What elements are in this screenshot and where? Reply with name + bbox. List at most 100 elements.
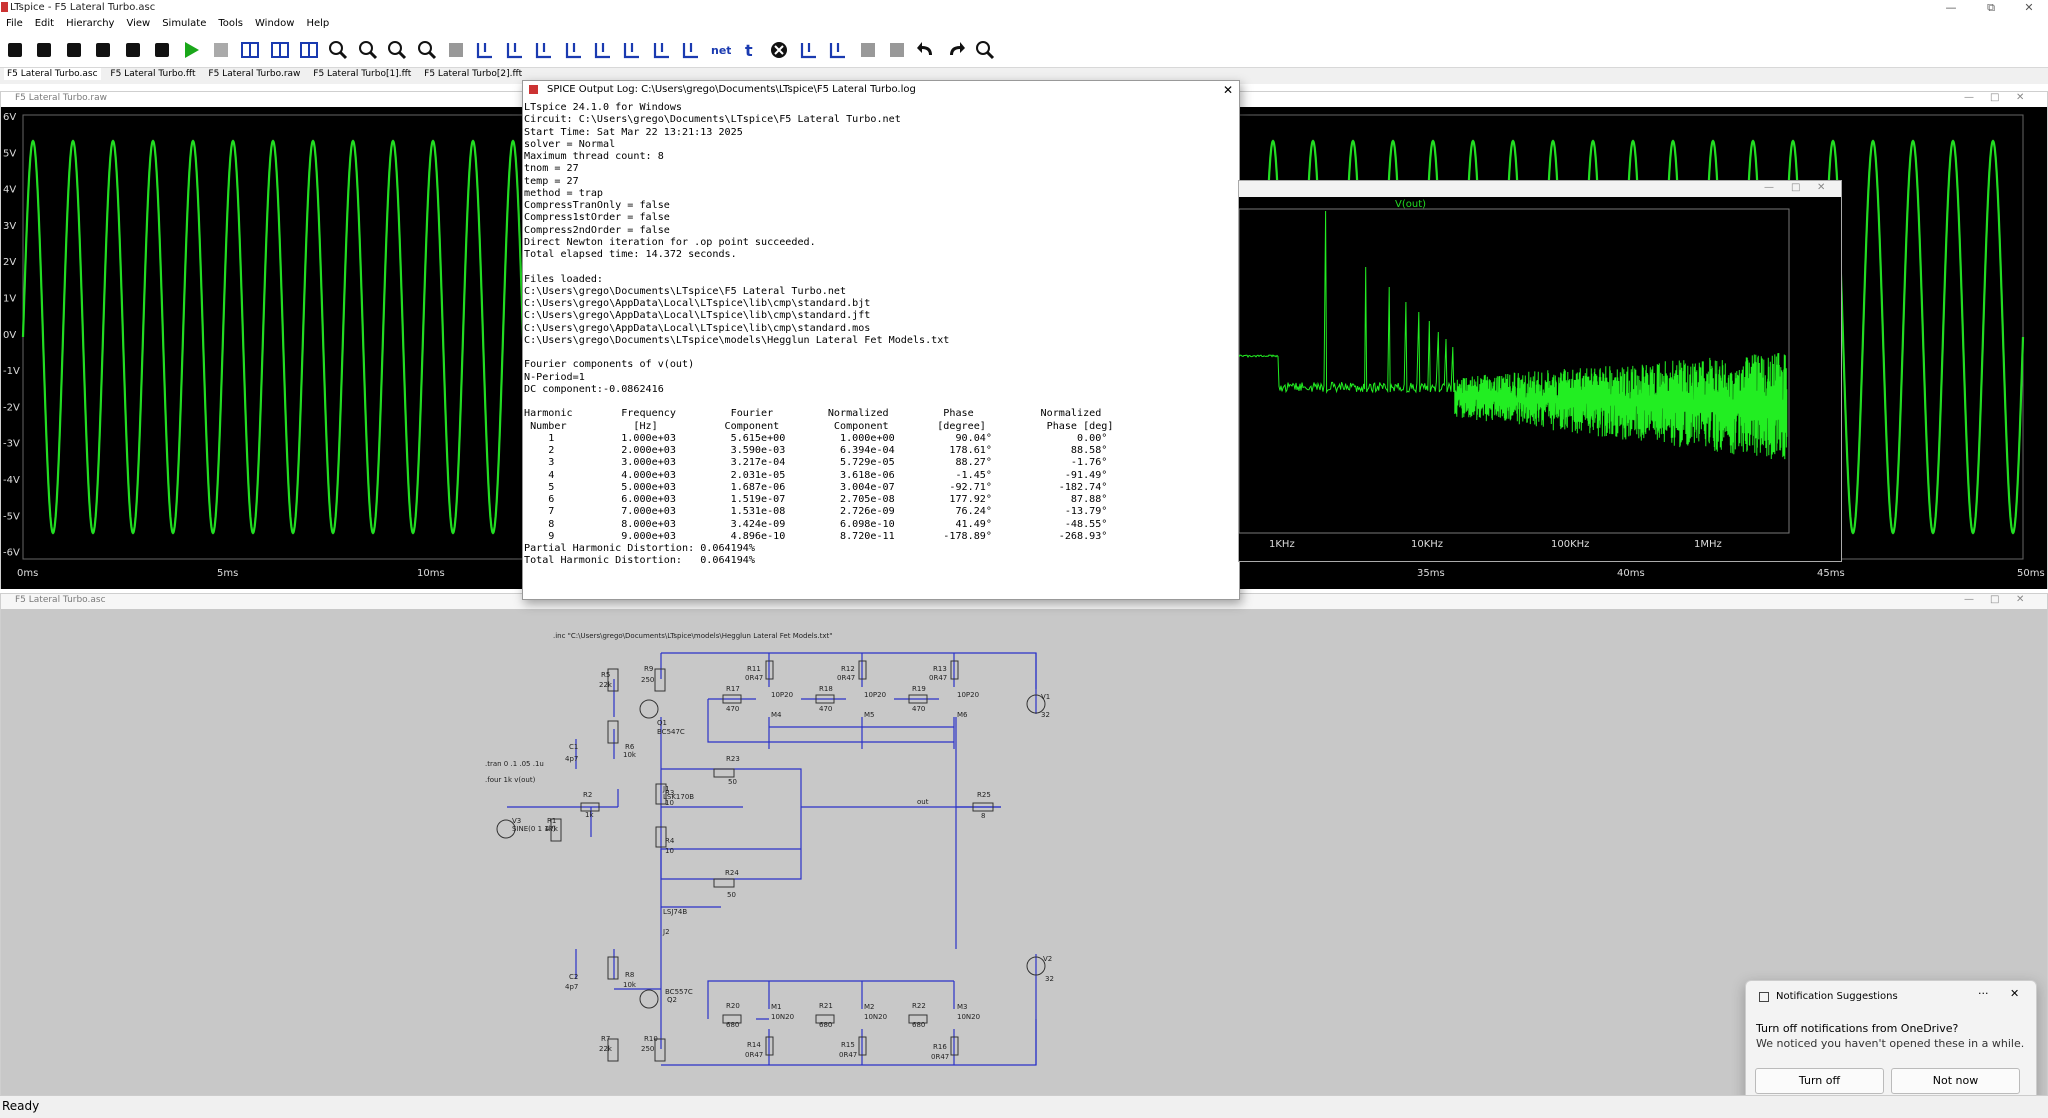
component-label[interactable]: R21 (819, 1002, 833, 1010)
four-directive[interactable]: .four 1k v(out) (485, 776, 536, 784)
component-label[interactable]: M2 (864, 1003, 875, 1011)
include-directive[interactable]: .inc "C:\Users\grego\Documents\LTspice\m… (553, 632, 832, 640)
component-label[interactable]: M5 (864, 711, 875, 719)
tile-vertical-icon[interactable] (239, 39, 261, 61)
component-label[interactable]: 680 (726, 1021, 739, 1029)
component-label[interactable]: M4 (771, 711, 782, 719)
component-label[interactable]: R3 (665, 789, 674, 797)
diode-icon[interactable] (651, 39, 673, 61)
component-label[interactable]: R5 (601, 671, 610, 679)
component-label[interactable]: R16 (933, 1043, 947, 1051)
autorange-icon[interactable] (445, 39, 467, 61)
component-label[interactable]: 32 (1045, 975, 1054, 983)
component-label[interactable]: BC557C (665, 988, 693, 996)
component-label[interactable]: out (917, 798, 929, 806)
component-label[interactable]: 10P20 (771, 691, 793, 699)
component-label[interactable]: R14 (747, 1041, 761, 1049)
component-label[interactable]: M6 (957, 711, 968, 719)
component-label[interactable]: 0R47 (837, 674, 855, 682)
component-label[interactable]: 680 (912, 1021, 925, 1029)
component-label[interactable]: 10k (623, 981, 637, 989)
component-label[interactable]: R22 (912, 1002, 926, 1010)
component-label[interactable]: R19 (912, 685, 926, 693)
component-label[interactable]: 10 (665, 799, 674, 807)
component-label[interactable]: 10 (665, 847, 674, 855)
component-label[interactable]: V1 (1041, 693, 1050, 701)
halt-icon[interactable] (210, 39, 232, 61)
minimize-icon[interactable]: — (1964, 594, 1974, 605)
component-label[interactable]: 8 (981, 812, 985, 820)
ground-icon[interactable] (504, 39, 526, 61)
component-label[interactable]: 250 (641, 1045, 654, 1053)
component-label[interactable]: 10N20 (864, 1013, 887, 1021)
component-label[interactable]: C1 (569, 743, 578, 751)
more-options-icon[interactable]: ··· (1978, 987, 1989, 1000)
component-label[interactable]: M3 (957, 1003, 968, 1011)
component-label[interactable]: V2 (1043, 955, 1052, 963)
component-label[interactable]: R7 (601, 1035, 610, 1043)
zoom-fit-icon[interactable] (386, 39, 408, 61)
component-label[interactable]: R12 (841, 665, 855, 673)
tab-asc[interactable]: F5 Lateral Turbo.asc (4, 68, 101, 80)
component-label[interactable]: C2 (569, 973, 578, 981)
component-label[interactable]: R9 (644, 665, 653, 673)
component-label[interactable]: 50 (727, 891, 736, 899)
component-label[interactable]: M1 (771, 1003, 782, 1011)
tab-raw[interactable]: F5 Lateral Turbo.raw (205, 68, 303, 80)
tile-horizontal-icon[interactable] (269, 39, 291, 61)
component-label[interactable]: 0R47 (745, 674, 763, 682)
component-label[interactable]: 22k (599, 1045, 613, 1053)
component-label[interactable]: 32 (1041, 711, 1050, 719)
menu-tools[interactable]: Tools (212, 16, 249, 29)
tab-fft[interactable]: F5 Lateral Turbo.fft (107, 68, 198, 80)
component-label[interactable]: R10 (644, 1035, 658, 1043)
tab-fft-1[interactable]: F5 Lateral Turbo[1].fft (310, 68, 414, 80)
component-label[interactable]: LSJ74B (663, 908, 687, 916)
move-icon[interactable] (798, 39, 820, 61)
component-label[interactable]: R6 (625, 743, 635, 751)
close-icon[interactable]: ✕ (2016, 92, 2024, 103)
component-label[interactable]: 50 (728, 778, 737, 786)
minimize-icon[interactable]: — (1934, 0, 1968, 16)
component-label[interactable]: 0R47 (839, 1051, 857, 1059)
drag-icon[interactable] (827, 39, 849, 61)
menu-window[interactable]: Window (249, 16, 300, 29)
component-label[interactable]: 470 (819, 705, 832, 713)
component-label[interactable]: R4 (665, 837, 675, 845)
schematic-canvas[interactable]: R522kR9250Q1BC547CC14p7R610kJ1LSK170BR11… (1, 609, 2047, 1095)
menu-edit[interactable]: Edit (29, 16, 60, 29)
close-icon[interactable]: ✕ (2016, 594, 2024, 605)
zoom-out-icon[interactable] (357, 39, 379, 61)
close-icon[interactable]: ✕ (1223, 83, 1233, 97)
component-label[interactable]: 10N20 (957, 1013, 980, 1021)
component-label[interactable]: 10N20 (771, 1013, 794, 1021)
component-label[interactable]: 250 (641, 676, 654, 684)
component-label[interactable]: V3 (512, 817, 521, 825)
fft-plot[interactable]: V(out) 1KHz 10KHz 100KHz 1MHz (1239, 197, 1841, 559)
tab-fft-2[interactable]: F5 Lateral Turbo[2].fft (421, 68, 525, 80)
component-label[interactable]: 470 (726, 705, 739, 713)
component-label[interactable]: 10k (623, 751, 637, 759)
capacitor-icon[interactable] (592, 39, 614, 61)
label-icon[interactable] (533, 39, 555, 61)
component-label[interactable]: R25 (977, 791, 991, 799)
inductor-icon[interactable] (621, 39, 643, 61)
open-folder-icon[interactable] (63, 39, 85, 61)
minimize-icon[interactable]: — (1964, 92, 1974, 103)
zoom-full-icon[interactable] (416, 39, 438, 61)
component-label[interactable]: 0R47 (929, 674, 947, 682)
component-label[interactable]: 10P20 (864, 691, 886, 699)
component-label[interactable]: R11 (747, 665, 761, 673)
run-icon[interactable] (180, 39, 202, 61)
text-icon[interactable]: t (739, 39, 761, 61)
restore-icon[interactable]: □ (1791, 182, 1800, 193)
print-icon[interactable] (122, 39, 144, 61)
not-now-button[interactable]: Not now (1891, 1068, 2020, 1094)
component-label[interactable]: R1 (547, 817, 556, 825)
component-label[interactable]: 0R47 (745, 1051, 763, 1059)
wire-icon[interactable] (474, 39, 496, 61)
tran-directive[interactable]: .tran 0 .1 .05 .1u (485, 760, 544, 768)
component-label[interactable]: 1k (585, 811, 594, 819)
component-label[interactable]: 4p7 (565, 755, 578, 763)
component-label[interactable]: 680 (819, 1021, 832, 1029)
